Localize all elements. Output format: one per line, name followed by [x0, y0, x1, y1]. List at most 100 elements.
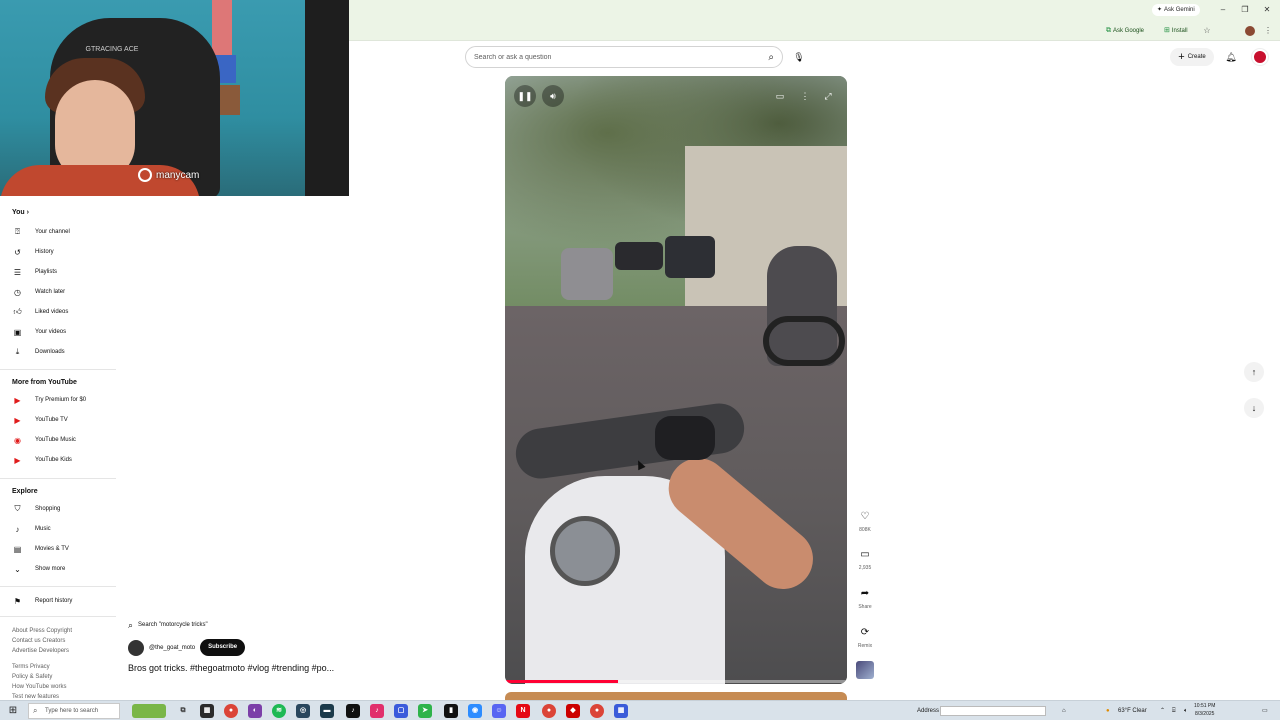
- sidebar-divider: [0, 478, 116, 479]
- ask-gemini-button[interactable]: ✦ Ask Gemini: [1152, 4, 1200, 16]
- sidebar-item-watch-later[interactable]: ◷ Watch later: [12, 283, 116, 301]
- footer-links-5[interactable]: Policy & Safety: [12, 672, 52, 682]
- weather-text[interactable]: 63°F Clear: [1118, 704, 1147, 718]
- sidebar-item-show-more[interactable]: ⌄ Show more: [12, 560, 116, 578]
- heart-icon[interactable]: ♡: [856, 508, 874, 526]
- sound-thumbnail[interactable]: [856, 661, 874, 679]
- sidebar-item-shopping[interactable]: ⛉ Shopping: [12, 500, 116, 518]
- sidebar-item-downloads[interactable]: ⤓ Downloads: [12, 343, 116, 361]
- youtube-tv-icon: ▶: [14, 415, 21, 425]
- search-icon: ⌕: [33, 706, 38, 715]
- youtube-account-avatar[interactable]: [1252, 49, 1268, 65]
- sidebar-you-heading[interactable]: You ›: [12, 209, 29, 216]
- app-icon[interactable]: ▬: [320, 704, 334, 718]
- app-icon[interactable]: ▮: [444, 704, 458, 718]
- tray-icon[interactable]: ⌂: [1062, 704, 1066, 718]
- pause-icon[interactable]: ❚❚: [514, 85, 536, 107]
- task-view-icon[interactable]: ⧉: [176, 704, 190, 718]
- short-title[interactable]: Bros got tricks. #thegoatmoto #vlog #tre…: [128, 663, 334, 673]
- network-icon[interactable]: ⌸: [1172, 704, 1176, 718]
- fullscreen-icon[interactable]: ⤢: [821, 89, 835, 103]
- subscribe-button[interactable]: Subscribe: [200, 639, 246, 656]
- chrome-icon[interactable]: ●: [590, 704, 604, 718]
- search-box[interactable]: ⌕: [465, 46, 783, 68]
- comment-icon[interactable]: ▭: [856, 546, 874, 564]
- sidebar-item-your-videos[interactable]: ▣ Your videos: [12, 323, 116, 341]
- sidebar-item-youtube-tv[interactable]: ▶ YouTube TV: [12, 411, 116, 429]
- spotify-icon[interactable]: ≋: [272, 704, 286, 718]
- create-button[interactable]: + Create: [1170, 48, 1214, 66]
- sidebar-item-report-history[interactable]: ⚑ Report history: [12, 592, 116, 610]
- install-chip[interactable]: ⊞ Install: [1160, 25, 1192, 37]
- volume-icon[interactable]: 🔈︎: [1184, 704, 1188, 718]
- next-short-thumbnail[interactable]: [505, 692, 847, 700]
- short-video-player[interactable]: ❚❚ 🔊︎ ▭ ⋮ ⤢: [505, 76, 847, 684]
- footer-links-2[interactable]: Contact us Creators: [12, 636, 65, 646]
- browser-profile-avatar[interactable]: [1245, 26, 1255, 36]
- share-action[interactable]: ➦ Share: [856, 585, 874, 610]
- remix-icon[interactable]: ⟳: [856, 624, 874, 642]
- address-input[interactable]: [940, 706, 1046, 716]
- app-icon[interactable]: ◐: [248, 704, 262, 718]
- channel-avatar[interactable]: [128, 639, 144, 656]
- app-icon[interactable]: ▦: [614, 704, 628, 718]
- weather-widget-icon[interactable]: [132, 704, 166, 718]
- sidebar-item-youtube-kids[interactable]: ▶ YouTube Kids: [12, 451, 116, 469]
- footer-links-1[interactable]: About Press Copyright: [12, 626, 72, 636]
- app-icon[interactable]: ◉: [468, 704, 482, 718]
- more-options-icon[interactable]: ⋮: [798, 89, 812, 103]
- search-input[interactable]: [474, 51, 744, 64]
- sidebar-item-liked-videos[interactable]: 👍︎ Liked videos: [12, 303, 116, 321]
- minimize-button[interactable]: –: [1216, 4, 1230, 16]
- chevron-up-icon[interactable]: ⌃: [1160, 704, 1165, 718]
- netflix-icon[interactable]: N: [516, 704, 530, 718]
- sidebar-item-music[interactable]: ♪ Music: [12, 520, 116, 538]
- app-icon[interactable]: ◆: [566, 704, 580, 718]
- windows-start-icon[interactable]: ⊞: [6, 704, 20, 718]
- windows-taskbar: ⊞ ⌕ Type here to search ⧉ ▦ ● ◐ ≋ ◎ ▬ ♪ …: [0, 700, 1280, 720]
- notifications-bell-icon[interactable]: 🔔︎: [1224, 50, 1238, 64]
- previous-short-arrow-up-icon[interactable]: ↑: [1244, 362, 1264, 382]
- browser-menu-icon[interactable]: ⋮: [1262, 25, 1274, 37]
- chrome-icon[interactable]: ●: [542, 704, 556, 718]
- close-window-button[interactable]: ✕: [1260, 4, 1274, 16]
- ask-google-chip[interactable]: ⧉ Ask Google: [1102, 25, 1148, 37]
- app-icon[interactable]: ▦: [200, 704, 214, 718]
- footer-links-4[interactable]: Terms Privacy: [12, 662, 50, 672]
- sidebar-item-premium[interactable]: ▶ Try Premium for $0: [12, 391, 116, 409]
- comment-action[interactable]: ▭ 2,935: [856, 546, 874, 571]
- search-suggestion[interactable]: ⌕ Search "motorcycle tricks": [128, 617, 208, 633]
- weather-icon: ●: [1106, 708, 1110, 714]
- tiktok-icon[interactable]: ♪: [346, 704, 360, 718]
- restore-button[interactable]: ❐: [1238, 4, 1252, 16]
- bookmark-star-icon[interactable]: ☆: [1201, 25, 1213, 37]
- like-action[interactable]: ♡ 808K: [856, 508, 874, 533]
- system-clock[interactable]: 10:51 PM 8/3/2025: [1194, 702, 1215, 718]
- search-icon[interactable]: ⌕: [768, 51, 774, 64]
- sidebar-item-playlists[interactable]: ☰ Playlists: [12, 263, 116, 281]
- remix-action[interactable]: ⟳ Remix: [856, 624, 874, 649]
- microphone-icon[interactable]: 🎙: [791, 49, 807, 65]
- share-icon[interactable]: ➦: [856, 585, 874, 603]
- manycam-text: manycam: [156, 169, 200, 181]
- footer-links-6[interactable]: How YouTube works: [12, 682, 66, 692]
- music-note-icon: ♪: [15, 524, 20, 534]
- app-icon[interactable]: ▢: [394, 704, 408, 718]
- sidebar-item-youtube-music[interactable]: ◉ YouTube Music: [12, 431, 116, 449]
- steam-icon[interactable]: ◎: [296, 704, 310, 718]
- clock-date: 8/3/2025: [1194, 711, 1215, 717]
- channel-name[interactable]: @the_goat_moto: [149, 645, 195, 651]
- captions-icon[interactable]: ▭: [773, 89, 787, 103]
- sidebar-item-history[interactable]: ↺ History: [12, 243, 116, 261]
- next-short-arrow-down-icon[interactable]: ↓: [1244, 398, 1264, 418]
- app-icon[interactable]: ♪: [370, 704, 384, 718]
- chrome-icon[interactable]: ●: [224, 704, 238, 718]
- footer-links-3[interactable]: Advertise Developers: [12, 646, 69, 656]
- sidebar-item-movies-tv[interactable]: ▤ Movies & TV: [12, 540, 116, 558]
- app-icon[interactable]: ➤: [418, 704, 432, 718]
- discord-icon[interactable]: ☺: [492, 704, 506, 718]
- notification-center-icon[interactable]: ▭: [1262, 704, 1268, 718]
- volume-icon[interactable]: 🔊︎: [542, 85, 564, 107]
- taskbar-search[interactable]: ⌕ Type here to search: [28, 703, 120, 719]
- sidebar-item-your-channel[interactable]: ⍰ Your channel: [12, 223, 116, 241]
